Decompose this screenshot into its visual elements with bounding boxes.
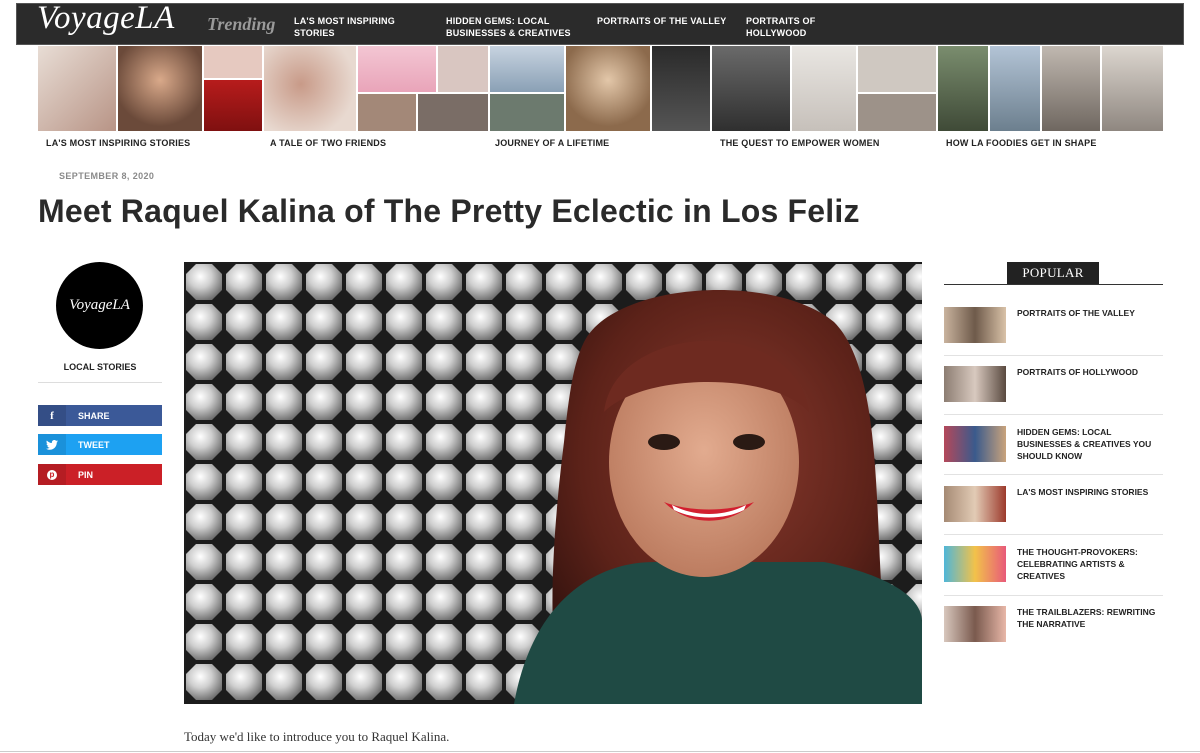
tweet-label: TWEET bbox=[78, 440, 110, 450]
popular-item-title[interactable]: Hidden Gems: Local Businesses & Creative… bbox=[1017, 426, 1163, 462]
trending-photo[interactable] bbox=[858, 94, 936, 131]
author-avatar[interactable]: VoyageLA bbox=[56, 262, 143, 349]
facebook-share-button[interactable]: f SHARE bbox=[38, 405, 162, 426]
article-date: September 8, 2020 bbox=[59, 171, 155, 181]
trending-caption[interactable]: How LA Foodies Get In Shape bbox=[946, 138, 1097, 148]
trending-caption[interactable]: Journey of a Lifetime bbox=[495, 138, 609, 148]
popular-item[interactable]: The Thought-Provokers: Celebrating Artis… bbox=[944, 546, 1163, 606]
popular-thumbnail[interactable] bbox=[944, 366, 1006, 402]
trending-photo[interactable] bbox=[858, 46, 936, 92]
trending-photo[interactable] bbox=[652, 46, 710, 131]
sequin-wall-portrait-image bbox=[184, 262, 922, 704]
article-title: Meet Raquel Kalina of The Pretty Eclecti… bbox=[38, 193, 860, 229]
pinterest-icon: p bbox=[38, 464, 66, 485]
popular-thumbnail[interactable] bbox=[944, 426, 1006, 462]
popular-separator bbox=[944, 414, 1163, 415]
popular-thumbnail[interactable] bbox=[944, 606, 1006, 642]
twitter-tweet-button[interactable]: TWEET bbox=[38, 434, 162, 455]
popular-item-title[interactable]: Portraits of the Valley bbox=[1017, 307, 1163, 319]
popular-thumbnail[interactable] bbox=[944, 307, 1006, 343]
trending-label: Trending bbox=[207, 14, 276, 34]
popular-thumbnail[interactable] bbox=[944, 546, 1006, 582]
popular-item-title[interactable]: The Thought-Provokers: Celebrating Artis… bbox=[1017, 546, 1163, 582]
article-hero-image bbox=[184, 262, 922, 704]
nav-link-portraits-valley[interactable]: Portraits of the Valley bbox=[597, 15, 737, 27]
trending-photo[interactable] bbox=[118, 46, 202, 131]
divider bbox=[38, 382, 162, 383]
site-logo[interactable]: VoyageLA bbox=[37, 0, 175, 37]
trending-photo[interactable] bbox=[358, 46, 436, 92]
popular-item[interactable]: The Trailblazers: Rewriting the Narrativ… bbox=[944, 606, 1163, 666]
popular-divider bbox=[944, 284, 1163, 285]
popular-item[interactable]: LA's Most Inspiring Stories bbox=[944, 486, 1163, 546]
popular-thumbnail[interactable] bbox=[944, 486, 1006, 522]
page-bottom-border bbox=[0, 751, 1200, 752]
trending-caption[interactable]: A Tale of Two Friends bbox=[270, 138, 386, 148]
trending-photo[interactable] bbox=[712, 46, 790, 131]
popular-item[interactable]: Portraits of Hollywood bbox=[944, 366, 1163, 426]
trending-photo[interactable] bbox=[490, 46, 564, 92]
trending-photo[interactable] bbox=[1042, 46, 1100, 131]
popular-item[interactable]: Hidden Gems: Local Businesses & Creative… bbox=[944, 426, 1163, 486]
author-label[interactable]: Local Stories bbox=[38, 362, 162, 372]
trending-photo[interactable] bbox=[990, 46, 1040, 131]
popular-item-title[interactable]: Portraits of Hollywood bbox=[1017, 366, 1163, 378]
popular-separator bbox=[944, 534, 1163, 535]
trending-photo[interactable] bbox=[358, 94, 416, 131]
share-label: SHARE bbox=[78, 411, 110, 421]
trending-photo[interactable] bbox=[1102, 46, 1163, 131]
avatar-logo-text: VoyageLA bbox=[69, 297, 130, 313]
nav-link-hidden-gems[interactable]: Hidden Gems: Local Businesses & Creative… bbox=[446, 15, 586, 39]
trending-photo[interactable] bbox=[438, 46, 488, 92]
trending-photo[interactable] bbox=[792, 46, 856, 131]
pinterest-pin-button[interactable]: p PIN bbox=[38, 464, 162, 485]
twitter-icon bbox=[38, 434, 66, 455]
facebook-icon: f bbox=[38, 405, 66, 426]
trending-photo[interactable] bbox=[38, 46, 116, 131]
trending-image-strip bbox=[38, 46, 1163, 131]
trending-photo[interactable] bbox=[204, 80, 262, 131]
trending-photo[interactable] bbox=[418, 94, 488, 131]
trending-photo[interactable] bbox=[938, 46, 988, 131]
nav-link-portraits-hollywood[interactable]: Portraits of Hollywood bbox=[746, 15, 836, 39]
pin-label: PIN bbox=[78, 470, 94, 480]
popular-item-title[interactable]: The Trailblazers: Rewriting the Narrativ… bbox=[1017, 606, 1163, 630]
nav-link-inspiring-stories[interactable]: LA's Most Inspiring Stories bbox=[294, 15, 434, 39]
trending-caption[interactable]: The Quest to Empower Women bbox=[720, 138, 880, 148]
trending-caption[interactable]: LA's Most Inspiring Stories bbox=[46, 138, 190, 148]
popular-separator bbox=[944, 355, 1163, 356]
trending-photo[interactable] bbox=[204, 46, 262, 78]
popular-heading: POPULAR bbox=[1007, 262, 1099, 284]
article-intro-text: Today we'd like to introduce you to Raqu… bbox=[184, 729, 450, 744]
popular-separator bbox=[944, 595, 1163, 596]
trending-photo[interactable] bbox=[264, 46, 356, 131]
trending-photo[interactable] bbox=[566, 46, 650, 131]
popular-separator bbox=[944, 474, 1163, 475]
trending-photo[interactable] bbox=[490, 94, 564, 131]
popular-item[interactable]: Portraits of the Valley bbox=[944, 307, 1163, 367]
top-nav-bar: VoyageLA Trending LA's Most Inspiring St… bbox=[16, 0, 1184, 45]
popular-item-title[interactable]: LA's Most Inspiring Stories bbox=[1017, 486, 1163, 498]
